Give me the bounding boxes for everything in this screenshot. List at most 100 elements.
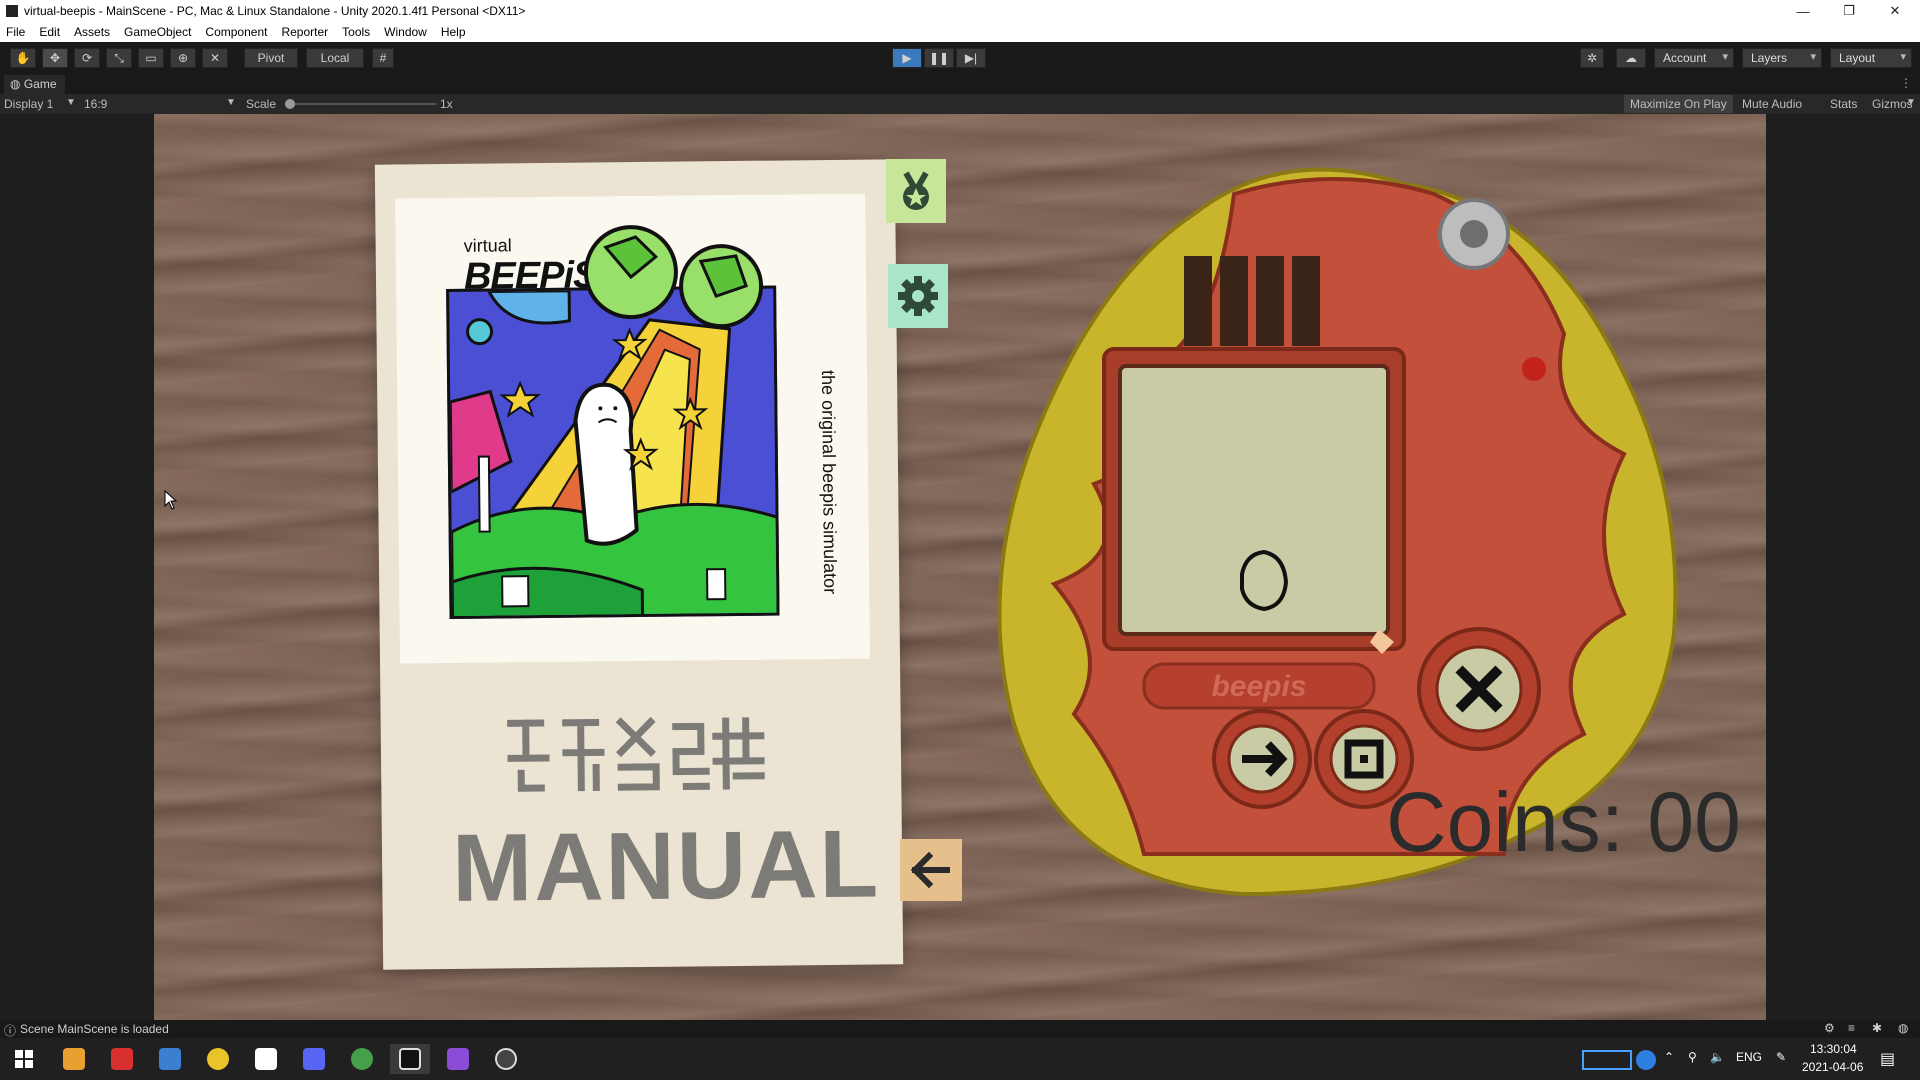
grid-snap-icon[interactable]: # [372, 48, 394, 68]
taskbar-app-5[interactable] [246, 1044, 286, 1074]
device-logo-text: beepis [1211, 670, 1306, 703]
local-toggle[interactable]: Local [306, 48, 364, 68]
window-title-bar: virtual-beepis - MainScene - PC, Mac & L… [0, 0, 1920, 22]
scale-slider-thumb[interactable] [285, 99, 295, 109]
layers-label: Layers [1751, 51, 1788, 65]
taskbar-app-3[interactable] [150, 1044, 190, 1074]
minimize-button[interactable]: — [1780, 0, 1826, 22]
maximize-on-play-toggle[interactable]: Maximize On Play [1624, 95, 1733, 113]
lcd-screen[interactable] [1118, 364, 1390, 636]
cover-art-graphic [448, 288, 780, 619]
pause-button[interactable]: ❚❚ [924, 48, 954, 68]
taskbar-obs[interactable] [486, 1044, 526, 1074]
cancel-device-button[interactable] [1417, 627, 1541, 751]
pen-icon[interactable]: ✎ [1776, 1050, 1786, 1064]
taskbar-discord[interactable] [294, 1044, 334, 1074]
menu-file[interactable]: File [6, 25, 25, 39]
status-message: Scene MainScene is loaded [20, 1022, 169, 1036]
taskbar-chrome-1[interactable] [198, 1044, 238, 1074]
rect-tool-icon[interactable]: ▭ [138, 48, 164, 68]
account-dropdown[interactable]: Account [1654, 48, 1734, 68]
volume-meter-icon [1582, 1050, 1632, 1070]
aspect-dropdown-arrow-icon: ▼ [226, 97, 236, 108]
taskbar-visual-studio[interactable] [438, 1044, 478, 1074]
tab-menu-icon[interactable]: ⋮ [1900, 76, 1912, 90]
window-title: virtual-beepis - MainScene - PC, Mac & L… [24, 4, 526, 18]
app-blue-icon [159, 1048, 181, 1070]
achievements-button[interactable] [886, 159, 946, 223]
hand-tool-icon[interactable]: ✋ [10, 48, 36, 68]
cloud-icon[interactable]: ☁ [1616, 48, 1646, 68]
game-viewport[interactable]: virtual BEEPiS the original beepis simul… [154, 114, 1766, 1020]
alien-glyph-title [507, 716, 765, 792]
step-button[interactable]: ▶| [956, 48, 986, 68]
display-dropdown-arrow-icon: ▼ [66, 97, 76, 108]
clock-time[interactable]: 13:30:04 [1810, 1042, 1857, 1056]
stats-toggle[interactable]: Stats [1824, 95, 1863, 113]
menu-component[interactable]: Component [205, 25, 267, 39]
collab-status-icon: ◍ [1898, 1021, 1909, 1035]
game-tab-label: Game [23, 77, 57, 91]
app-red-icon [111, 1048, 133, 1070]
tab-bar: ◍ Game ⋮ [0, 74, 1920, 94]
windows-taskbar: ⌃ ⚲ 🔈 ENG ✎ 13:30:04 2021-04-06 ▤ [0, 1038, 1920, 1080]
planet-graphics [583, 225, 764, 329]
windows-logo-icon [15, 1050, 33, 1068]
notifications-icon[interactable]: ▤ [1880, 1049, 1895, 1069]
scale-tool-icon[interactable]: ⤡ [106, 48, 132, 68]
taskbar-app-2[interactable] [102, 1044, 142, 1074]
play-button[interactable]: ▶ [892, 48, 922, 68]
manual-title: MANUAL [451, 810, 881, 922]
tab-game[interactable]: ◍ Game [4, 75, 65, 94]
windows-start-button[interactable] [4, 1044, 44, 1074]
transform-tool-icon[interactable]: ⊕ [170, 48, 196, 68]
scale-label: Scale [246, 97, 277, 111]
main-toolbar: ✋ ✥ ⟳ ⤡ ▭ ⊕ ✕ Pivot Local # ▶ ❚❚ ▶| ✲ ☁ … [0, 42, 1920, 74]
back-button[interactable] [900, 839, 962, 901]
collab-icon[interactable]: ✲ [1580, 48, 1604, 68]
move-tool-icon[interactable]: ✥ [42, 48, 68, 68]
menu-assets[interactable]: Assets [74, 25, 110, 39]
menu-window[interactable]: Window [384, 25, 427, 39]
layers-dropdown[interactable]: Layers [1742, 48, 1822, 68]
language-indicator[interactable]: ENG [1736, 1050, 1762, 1064]
layout-dropdown[interactable]: Layout [1830, 48, 1912, 68]
taskbar-app-1[interactable] [54, 1044, 94, 1074]
obs-icon [495, 1048, 517, 1070]
arrow-left-icon [910, 851, 950, 889]
rotate-tool-icon[interactable]: ⟳ [74, 48, 100, 68]
settings-button[interactable] [888, 264, 948, 328]
pivot-toggle[interactable]: Pivot [244, 48, 298, 68]
app-orange-icon [63, 1048, 85, 1070]
menu-help[interactable]: Help [441, 25, 466, 39]
layout-label: Layout [1839, 51, 1876, 65]
menu-reporter[interactable]: Reporter [281, 25, 328, 39]
mute-audio-toggle[interactable]: Mute Audio [1736, 95, 1808, 113]
menu-gameobject[interactable]: GameObject [124, 25, 191, 39]
menu-edit[interactable]: Edit [39, 25, 60, 39]
next-device-button[interactable] [1212, 709, 1312, 809]
clock-date[interactable]: 2021-04-06 [1802, 1060, 1863, 1074]
display-dropdown[interactable]: Display 1 [4, 97, 53, 111]
aspect-dropdown[interactable]: 16:9 [84, 97, 107, 111]
menu-tools[interactable]: Tools [342, 25, 370, 39]
manual-card[interactable]: virtual BEEPiS the original beepis simul… [374, 159, 904, 970]
custom-tool-icon[interactable]: ✕ [202, 48, 228, 68]
speaker-icon[interactable]: 🔈 [1710, 1050, 1725, 1064]
unity-app-icon [6, 5, 18, 17]
network-icon[interactable]: ⚲ [1688, 1050, 1697, 1064]
gear-icon [898, 276, 938, 316]
coins-counter: Coins: 00 [1386, 775, 1741, 869]
scale-slider[interactable] [286, 103, 436, 105]
app-white-icon [255, 1048, 277, 1070]
unity-icon [399, 1048, 421, 1070]
taskbar-unity[interactable] [390, 1044, 430, 1074]
taskbar-chrome-2[interactable] [342, 1044, 382, 1074]
brand-small-text: virtual [463, 235, 512, 256]
account-label: Account [1663, 51, 1707, 65]
restore-button[interactable]: ❐ [1826, 0, 1872, 22]
tray-expand-icon[interactable]: ⌃ [1664, 1050, 1674, 1064]
game-view-controls: Display 1 ▼ 16:9 ▼ Scale 1x Maximize On … [0, 94, 1920, 114]
close-button[interactable]: ✕ [1872, 0, 1918, 22]
visual-studio-icon [447, 1048, 469, 1070]
